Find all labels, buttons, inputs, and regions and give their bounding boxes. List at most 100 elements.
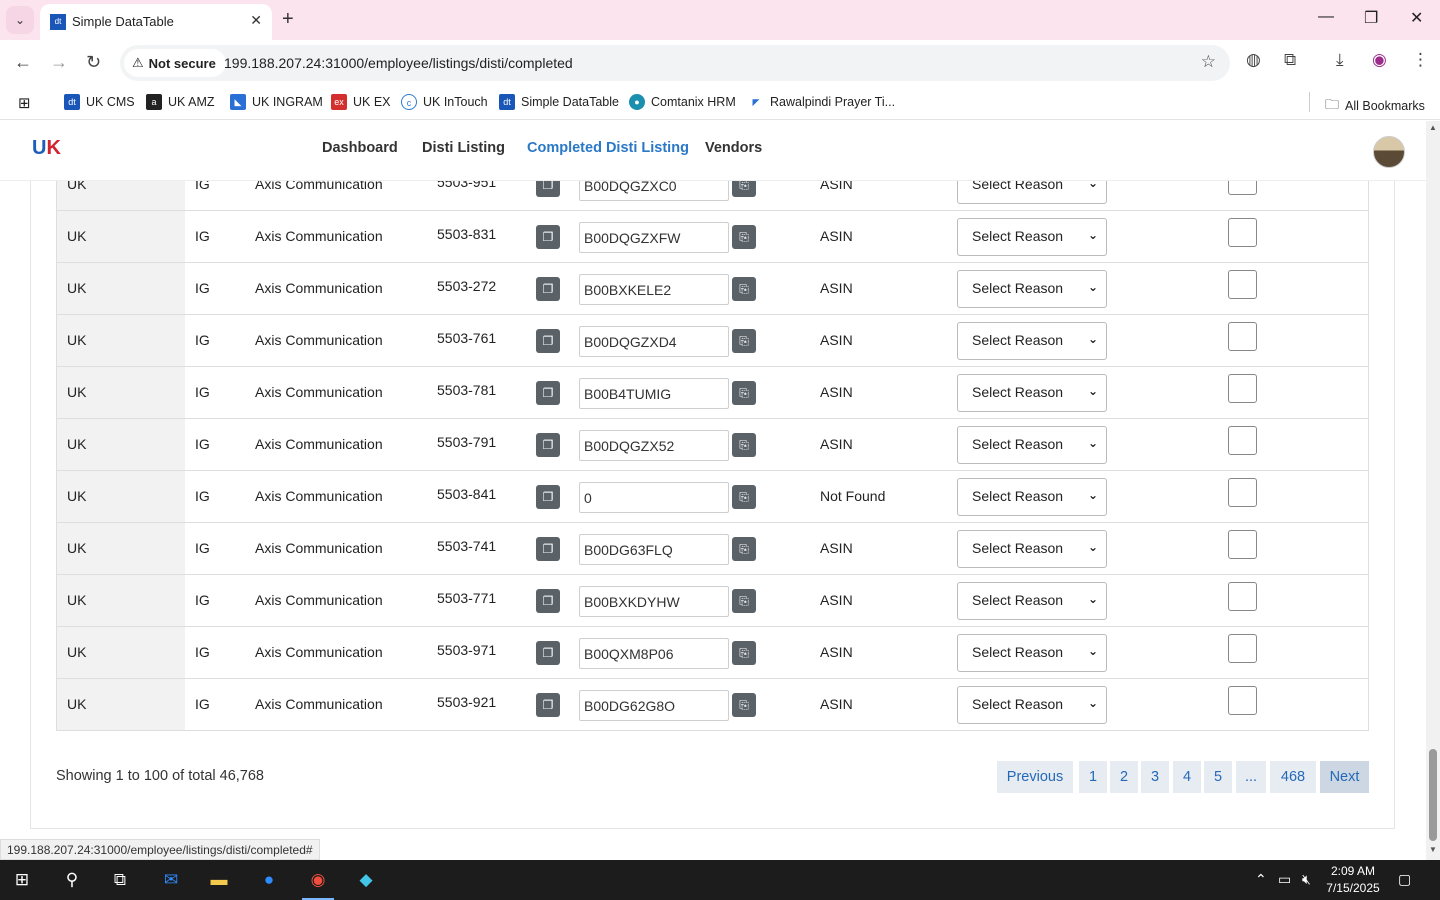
scroll-down-icon[interactable]: ▼: [1429, 845, 1437, 854]
pagination-page-2[interactable]: 2: [1110, 761, 1138, 793]
row-checkbox[interactable]: [1228, 582, 1257, 611]
reason-select[interactable]: Select Reason ⌄: [957, 634, 1107, 672]
asin-input[interactable]: [579, 430, 729, 461]
copy-asin-button[interactable]: ⎘: [732, 485, 756, 509]
pagination-page-4[interactable]: 4: [1173, 761, 1201, 793]
asin-input[interactable]: [579, 181, 729, 201]
reason-select[interactable]: Select Reason ⌄: [957, 218, 1107, 256]
chrome-icon[interactable]: ◉: [298, 866, 338, 900]
row-checkbox[interactable]: [1228, 181, 1257, 195]
copy-asin-button[interactable]: ⎘: [732, 277, 756, 301]
system-clock[interactable]: 2:09 AM 7/15/2025: [1322, 863, 1384, 897]
reload-icon[interactable]: ↻: [86, 52, 101, 73]
row-checkbox[interactable]: [1228, 530, 1257, 559]
profile-icon[interactable]: ◉: [1372, 50, 1387, 70]
nav-disti-listing[interactable]: Disti Listing: [422, 140, 505, 156]
copy-part-button[interactable]: ❐: [536, 693, 560, 717]
network-icon[interactable]: ▭: [1278, 871, 1291, 888]
task-view-icon[interactable]: ⧉: [100, 866, 140, 894]
bookmark-uk-ingram[interactable]: ◣ UK INGRAM: [230, 94, 323, 110]
download-icon[interactable]: ⤓: [1336, 50, 1344, 70]
bookmark-rawalpindi-prayer[interactable]: ◤ Rawalpindi Prayer Ti...: [748, 94, 895, 110]
pagination-previous[interactable]: Previous: [997, 761, 1073, 793]
tab-close-icon[interactable]: ✕: [250, 12, 262, 29]
asin-input[interactable]: [579, 326, 729, 357]
pagination-page-3[interactable]: 3: [1141, 761, 1169, 793]
uk-logo[interactable]: UK: [32, 137, 61, 160]
reason-select[interactable]: Select Reason ⌄: [957, 322, 1107, 360]
copy-asin-button[interactable]: ⎘: [732, 181, 756, 197]
copy-part-button[interactable]: ❐: [536, 381, 560, 405]
page-scrollbar[interactable]: ▲ ▼: [1426, 121, 1440, 860]
copy-part-button[interactable]: ❐: [536, 277, 560, 301]
reason-select[interactable]: Select Reason ⌄: [957, 426, 1107, 464]
nav-vendors[interactable]: Vendors: [705, 140, 762, 156]
notifications-icon[interactable]: ▢: [1398, 871, 1411, 888]
security-chip[interactable]: ⚠ Not secure: [124, 49, 226, 77]
row-checkbox[interactable]: [1228, 322, 1257, 351]
bookmark-star-icon[interactable]: ☆: [1201, 52, 1216, 72]
copy-part-button[interactable]: ❐: [536, 329, 560, 353]
translate-icon[interactable]: ◍: [1246, 50, 1261, 70]
windows-start-icon[interactable]: ⊞: [2, 866, 42, 894]
apps-grid-icon[interactable]: ⊞: [18, 94, 31, 112]
asin-input[interactable]: [579, 586, 729, 617]
row-checkbox[interactable]: [1228, 218, 1257, 247]
pagination-page-468[interactable]: 468: [1270, 761, 1316, 793]
file-explorer-icon[interactable]: ▬: [199, 866, 239, 894]
nav-completed-disti-listing[interactable]: Completed Disti Listing: [527, 140, 689, 156]
copy-asin-button[interactable]: ⎘: [732, 433, 756, 457]
maximize-icon[interactable]: ❐: [1364, 8, 1378, 28]
asin-input[interactable]: [579, 222, 729, 253]
browser-tab-active[interactable]: dt Simple DataTable ✕: [40, 4, 272, 40]
address-bar[interactable]: ⚠ Not secure 199.188.207.24:31000/employ…: [120, 45, 1230, 81]
back-icon[interactable]: ←: [14, 52, 32, 73]
copy-asin-button[interactable]: ⎘: [732, 693, 756, 717]
copy-asin-button[interactable]: ⎘: [732, 329, 756, 353]
pagination-next[interactable]: Next: [1320, 761, 1369, 793]
asin-input[interactable]: [579, 690, 729, 721]
reason-select[interactable]: Select Reason ⌄: [957, 582, 1107, 620]
bookmark-uk-amz[interactable]: a UK AMZ: [146, 94, 215, 110]
reason-select[interactable]: Select Reason ⌄: [957, 270, 1107, 308]
copy-asin-button[interactable]: ⎘: [732, 381, 756, 405]
pagination-page-5[interactable]: 5: [1204, 761, 1232, 793]
bookmark-uk-intouch[interactable]: c UK InTouch: [401, 94, 488, 110]
reason-select[interactable]: Select Reason ⌄: [957, 530, 1107, 568]
asin-input[interactable]: [579, 534, 729, 565]
reason-select[interactable]: Select Reason ⌄: [957, 478, 1107, 516]
outlook-icon[interactable]: ✉: [151, 866, 191, 894]
nav-dashboard[interactable]: Dashboard: [322, 140, 398, 156]
asin-input[interactable]: [579, 274, 729, 305]
asin-input[interactable]: [579, 638, 729, 669]
search-icon[interactable]: ⚲: [52, 866, 92, 894]
scrollbar-thumb[interactable]: [1429, 749, 1437, 841]
pagination-page-1[interactable]: 1: [1079, 761, 1107, 793]
bookmark-uk-ex[interactable]: ex UK EX: [331, 94, 391, 110]
copy-part-button[interactable]: ❐: [536, 433, 560, 457]
row-checkbox[interactable]: [1228, 426, 1257, 455]
new-tab-icon[interactable]: +: [282, 8, 294, 31]
avatar[interactable]: [1373, 136, 1405, 168]
row-checkbox[interactable]: [1228, 478, 1257, 507]
forward-icon[interactable]: →: [50, 52, 68, 73]
minimize-icon[interactable]: —: [1318, 8, 1334, 26]
copy-part-button[interactable]: ❐: [536, 641, 560, 665]
bookmark-simple-datatable[interactable]: dt Simple DataTable: [499, 94, 619, 110]
row-checkbox[interactable]: [1228, 374, 1257, 403]
scroll-up-icon[interactable]: ▲: [1429, 123, 1437, 132]
copy-asin-button[interactable]: ⎘: [732, 589, 756, 613]
asin-input[interactable]: [579, 378, 729, 409]
zoom-icon[interactable]: ●: [249, 866, 289, 894]
url-text[interactable]: 199.188.207.24:31000/employee/listings/d…: [224, 55, 573, 71]
volume-muted-icon[interactable]: 🔇︎: [1302, 871, 1311, 888]
bookmark-uk-cms[interactable]: dt UK CMS: [64, 94, 135, 110]
extensions-icon[interactable]: ⧉: [1284, 50, 1296, 70]
copy-asin-button[interactable]: ⎘: [732, 225, 756, 249]
copy-part-button[interactable]: ❐: [536, 485, 560, 509]
tab-search-button[interactable]: ⌄: [6, 6, 34, 34]
row-checkbox[interactable]: [1228, 686, 1257, 715]
window-close-icon[interactable]: ✕: [1410, 8, 1423, 28]
copy-part-button[interactable]: ❐: [536, 589, 560, 613]
copy-asin-button[interactable]: ⎘: [732, 537, 756, 561]
